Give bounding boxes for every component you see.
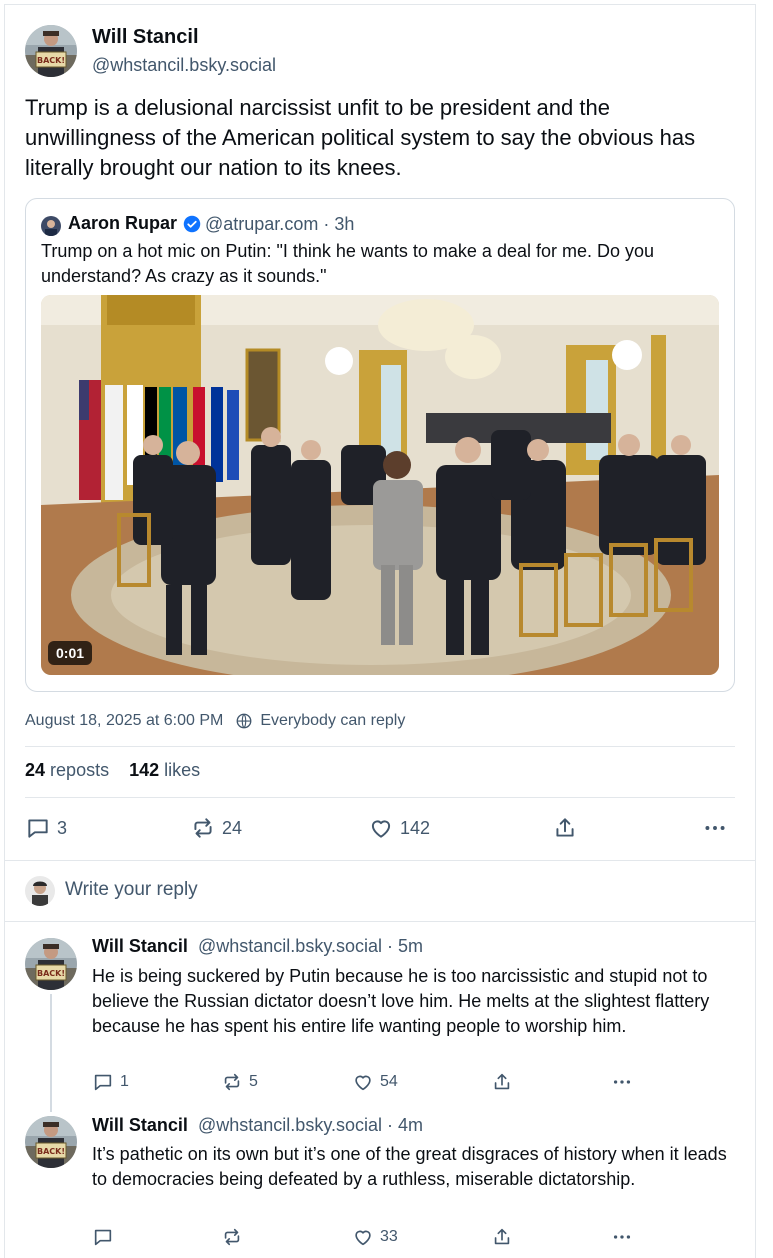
reply-input[interactable]: Write your reply bbox=[65, 879, 198, 901]
more-options-button[interactable] bbox=[702, 815, 728, 841]
thread-line bbox=[50, 994, 52, 1112]
heart-icon bbox=[368, 815, 394, 841]
repost-button[interactable]: 24 bbox=[190, 815, 242, 841]
author-name[interactable]: Will Stancil bbox=[92, 26, 199, 49]
globe-icon bbox=[236, 713, 252, 729]
author-handle[interactable]: @whstancil.bsky.social bbox=[92, 55, 276, 76]
share-icon bbox=[491, 1071, 513, 1093]
reply-text: It’s pathetic on its own but it’s one of… bbox=[92, 1144, 727, 1189]
more-icon bbox=[702, 815, 728, 841]
likes-label: likes bbox=[164, 760, 201, 780]
divider bbox=[25, 746, 735, 747]
more-options-button[interactable] bbox=[611, 1226, 633, 1248]
post-meta: August 18, 2025 at 6:00 PM Everybody can… bbox=[25, 712, 405, 730]
post-text: Trump is a delusional narcissist unfit t… bbox=[25, 95, 696, 180]
share-button[interactable] bbox=[552, 815, 578, 841]
like-button[interactable]: 54 bbox=[352, 1071, 398, 1093]
author-avatar[interactable] bbox=[25, 25, 77, 77]
quote-text: Trump on a hot mic on Putin: "I think he… bbox=[41, 241, 655, 286]
current-user-avatar bbox=[25, 876, 55, 906]
repost-icon bbox=[190, 815, 216, 841]
video-thumbnail bbox=[41, 295, 719, 675]
repost-button[interactable]: 5 bbox=[221, 1071, 258, 1093]
reply-author-handle[interactable]: @whstancil.bsky.social · 4m bbox=[198, 1115, 423, 1136]
reply-author-avatar[interactable] bbox=[25, 1116, 77, 1168]
repost-icon bbox=[221, 1226, 243, 1248]
verified-badge-icon bbox=[183, 215, 201, 233]
like-count: 33 bbox=[380, 1228, 398, 1245]
reply-icon bbox=[25, 815, 51, 841]
more-options-button[interactable] bbox=[611, 1071, 633, 1093]
quote-author-avatar[interactable] bbox=[41, 216, 61, 236]
share-button[interactable] bbox=[491, 1226, 513, 1248]
reply-count: 1 bbox=[120, 1073, 129, 1090]
repost-icon bbox=[221, 1071, 243, 1093]
divider bbox=[5, 921, 755, 922]
quote-author-handle[interactable]: @atrupar.com · 3h bbox=[205, 214, 354, 235]
reposts-stat[interactable]: 24 reposts bbox=[25, 760, 109, 781]
divider bbox=[25, 797, 735, 798]
quote-author-name[interactable]: Aaron Rupar bbox=[68, 213, 177, 234]
video-player[interactable]: 0:01 bbox=[41, 295, 719, 675]
reply-setting[interactable]: Everybody can reply bbox=[260, 712, 405, 730]
like-count: 54 bbox=[380, 1073, 398, 1090]
video-timecode: 0:01 bbox=[48, 641, 93, 665]
reposts-count: 24 bbox=[25, 760, 46, 780]
reply-icon bbox=[92, 1226, 114, 1248]
repost-count: 24 bbox=[222, 817, 243, 838]
post-stats: 24 reposts 142 likes bbox=[25, 760, 200, 781]
likes-stat[interactable]: 142 likes bbox=[129, 760, 200, 781]
like-button[interactable]: 142 bbox=[368, 815, 430, 841]
more-icon bbox=[611, 1071, 633, 1093]
post-timestamp[interactable]: August 18, 2025 at 6:00 PM bbox=[25, 712, 223, 730]
reply-button[interactable] bbox=[92, 1226, 114, 1248]
share-icon bbox=[491, 1226, 513, 1248]
more-icon bbox=[611, 1226, 633, 1248]
reply-button[interactable]: 1 bbox=[92, 1071, 129, 1093]
heart-icon bbox=[352, 1071, 374, 1093]
reply-count: 3 bbox=[57, 817, 68, 838]
reposts-label: reposts bbox=[50, 760, 110, 780]
like-button[interactable]: 33 bbox=[352, 1226, 398, 1248]
share-icon bbox=[552, 815, 578, 841]
likes-count: 142 bbox=[129, 760, 160, 780]
reply-author-avatar[interactable] bbox=[25, 938, 77, 990]
divider bbox=[5, 860, 755, 861]
heart-icon bbox=[352, 1226, 374, 1248]
like-count: 142 bbox=[400, 817, 431, 838]
share-button[interactable] bbox=[491, 1071, 513, 1093]
reply-author-name[interactable]: Will Stancil bbox=[92, 936, 188, 957]
reply-icon bbox=[92, 1071, 114, 1093]
repost-count: 5 bbox=[249, 1073, 258, 1090]
repost-button[interactable] bbox=[221, 1226, 243, 1248]
reply-button[interactable]: 3 bbox=[25, 815, 67, 841]
reply-text: He is being suckered by Putin because he… bbox=[92, 966, 710, 1036]
reply-author-name[interactable]: Will Stancil bbox=[92, 1115, 188, 1136]
reply-author-handle[interactable]: @whstancil.bsky.social · 5m bbox=[198, 936, 423, 957]
quoted-post[interactable]: Aaron Rupar @atrupar.com · 3h Trump on a… bbox=[25, 198, 735, 692]
